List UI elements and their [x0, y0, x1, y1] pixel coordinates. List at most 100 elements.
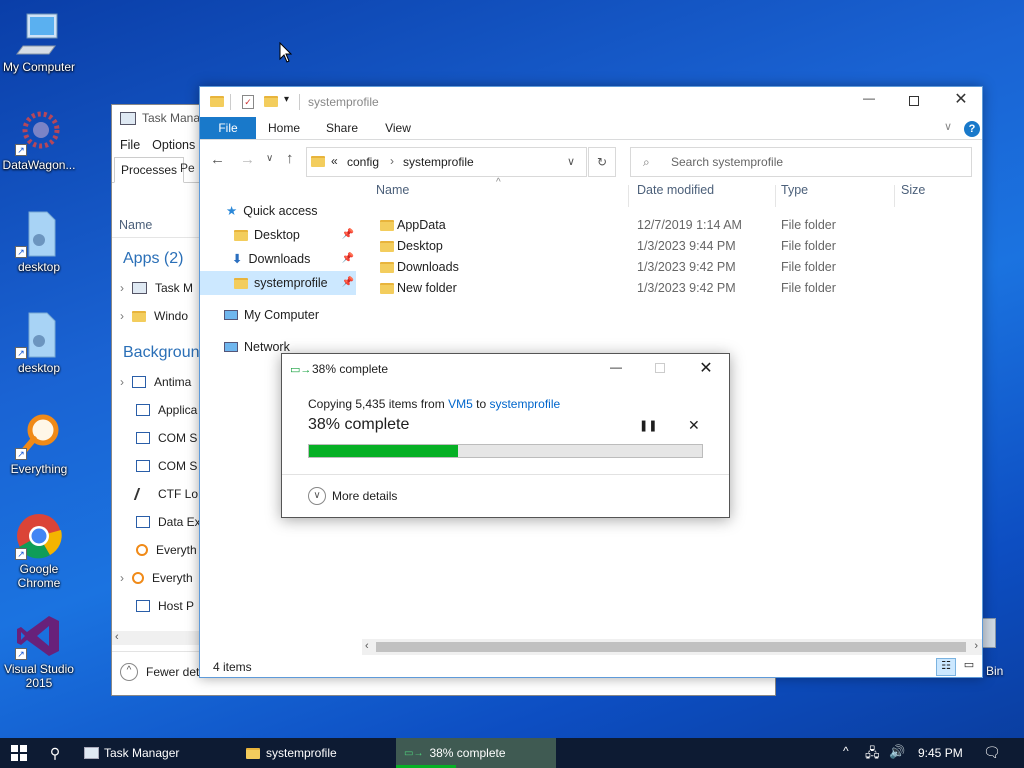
nav-desktop[interactable]: Desktop 📌 — [200, 223, 356, 247]
process-item[interactable]: COM S — [158, 431, 197, 445]
ribbon-tab-file[interactable]: File — [200, 117, 256, 139]
chevron-right-icon[interactable]: › — [120, 375, 124, 389]
name-column-header[interactable]: Name — [119, 218, 152, 232]
pin-icon[interactable]: 📌 — [342, 223, 354, 247]
horizontal-scrollbar[interactable]: ‹ — [112, 631, 202, 645]
quick-access-dropdown-icon[interactable]: ▾ — [284, 94, 289, 105]
column-header-name[interactable]: Name — [376, 183, 409, 197]
back-button[interactable]: ← — [210, 151, 225, 168]
maximize-button[interactable] — [900, 91, 930, 113]
chevron-left-icon[interactable]: ‹ — [365, 640, 369, 652]
breadcrumb-overflow[interactable]: « — [331, 154, 338, 168]
taskbar-item-task-manager[interactable]: Task Manager — [76, 738, 234, 768]
tab-performance[interactable]: Pe — [180, 161, 195, 175]
search-placeholder[interactable]: Search systemprofile — [671, 155, 783, 169]
chevron-right-icon[interactable]: › — [390, 154, 394, 168]
refresh-button[interactable]: ↻ — [588, 147, 616, 177]
menu-file[interactable]: File — [120, 138, 140, 152]
address-bar[interactable]: « config › systemprofile ∨ — [306, 147, 587, 177]
tab-processes[interactable]: Processes — [114, 157, 185, 183]
properties-icon[interactable]: ✓ — [242, 95, 254, 109]
app-item[interactable]: Task M — [155, 281, 193, 295]
recent-locations-icon[interactable]: ∨ — [266, 153, 273, 164]
chevron-left-icon[interactable]: ‹ — [115, 631, 119, 643]
process-item[interactable]: Everyth — [152, 571, 193, 585]
expand-ribbon-icon[interactable]: ∨ — [944, 120, 952, 133]
close-button[interactable]: ✕ — [946, 89, 976, 113]
forward-button[interactable]: → — [240, 151, 255, 168]
up-button[interactable]: ↑ — [286, 150, 294, 167]
copy-summary: Copying 5,435 items from — [308, 397, 445, 411]
ribbon-tab-view[interactable]: View — [376, 117, 420, 139]
nav-my-computer[interactable]: My Computer — [200, 303, 356, 327]
chevron-right-icon[interactable]: › — [120, 309, 124, 323]
nav-downloads[interactable]: ⬇ Downloads 📌 — [200, 247, 356, 271]
pause-button[interactable]: ❚❚ — [639, 419, 657, 432]
desktop-icon-desktop-2[interactable]: ↗ desktop — [0, 311, 78, 375]
process-item[interactable]: Applica — [158, 403, 197, 417]
process-item[interactable]: COM S — [158, 459, 197, 473]
process-item[interactable]: Data Ex — [158, 515, 201, 529]
search-box[interactable]: ⌕ Search systemprofile — [630, 147, 972, 177]
notification-icon[interactable]: 🗨 — [983, 744, 1001, 761]
chevron-right-icon[interactable]: › — [120, 281, 124, 295]
file-date: 1/3/2023 9:44 PM — [637, 239, 736, 253]
process-item[interactable]: Everyth — [156, 543, 197, 557]
show-hidden-icons-chevron[interactable]: ^ — [843, 744, 849, 758]
process-item[interactable]: Host P — [158, 599, 194, 613]
more-details-toggle[interactable]: ∨ More details — [308, 487, 397, 505]
column-header-date[interactable]: Date modified — [637, 183, 714, 197]
desktop-icon-label: DataWagon... — [2, 158, 76, 172]
chevron-right-icon[interactable]: › — [974, 640, 978, 652]
nav-systemprofile[interactable]: systemprofile 📌 — [200, 271, 356, 295]
pin-icon[interactable]: 📌 — [342, 247, 354, 271]
large-icons-view-button[interactable]: ▭ — [960, 658, 978, 676]
ribbon-tab-share[interactable]: Share — [320, 117, 364, 139]
minimize-button[interactable]: — — [604, 360, 628, 374]
pin-icon[interactable]: 📌 — [342, 271, 354, 295]
details-view-button[interactable]: ☷ — [936, 658, 956, 676]
source-link[interactable]: VM5 — [448, 397, 473, 411]
column-header-size[interactable]: Size — [901, 183, 925, 197]
desktop-icon-my-computer[interactable]: My Computer — [0, 10, 78, 74]
chevron-right-icon[interactable]: › — [120, 571, 124, 585]
taskbar-item-systemprofile[interactable]: systemprofile — [238, 738, 394, 768]
search-button[interactable]: ⚲ — [40, 738, 70, 768]
file-row[interactable]: New folder 1/3/2023 9:42 PM File folder — [370, 278, 975, 299]
taskbar-item-label: systemprofile — [266, 746, 337, 760]
menu-options[interactable]: Options — [152, 138, 195, 152]
nav-quick-access[interactable]: ★ Quick access — [200, 199, 356, 223]
desktop-icon-datawagon[interactable]: ↗ DataWagon... — [0, 108, 78, 172]
desktop-icon-chrome[interactable]: ↗ Google Chrome — [0, 512, 78, 590]
desktop-icon-desktop-1[interactable]: ↗ desktop — [0, 210, 78, 274]
volume-icon[interactable]: 🔊 — [889, 744, 905, 760]
file-row[interactable]: AppData 12/7/2019 1:14 AM File folder — [370, 215, 975, 236]
column-header-type[interactable]: Type — [781, 183, 808, 197]
ribbon-tab-home[interactable]: Home — [262, 117, 306, 139]
fewer-details-link[interactable]: Fewer det — [146, 665, 199, 679]
close-button[interactable]: ✕ — [694, 358, 718, 378]
process-item[interactable]: Antima — [154, 375, 191, 389]
file-row[interactable]: Downloads 1/3/2023 9:42 PM File folder — [370, 257, 975, 278]
chevron-up-icon[interactable]: ^ — [120, 663, 138, 681]
desktop-icon-everything[interactable]: ↗ Everything — [0, 412, 78, 476]
desktop-icon-visual-studio[interactable]: ↗ Visual Studio 2015 — [0, 612, 78, 690]
destination-link[interactable]: systemprofile — [489, 397, 560, 411]
help-icon[interactable]: ? — [964, 121, 980, 137]
horizontal-scrollbar[interactable]: ‹ › — [362, 639, 982, 655]
start-button[interactable] — [0, 738, 38, 768]
minimize-button[interactable]: — — [854, 91, 884, 113]
network-icon[interactable]: 🖧 — [865, 744, 880, 766]
breadcrumb-config[interactable]: config — [347, 155, 379, 169]
scrollbar-thumb[interactable] — [376, 642, 966, 652]
app-item[interactable]: Windo — [154, 309, 188, 323]
file-row[interactable]: Desktop 1/3/2023 9:44 PM File folder — [370, 236, 975, 257]
taskbar-item-copy-progress[interactable]: ▭→ 38% complete — [396, 738, 556, 768]
cancel-copy-button[interactable]: ✕ — [688, 417, 700, 434]
process-item[interactable]: CTF Lo — [158, 487, 198, 501]
new-folder-icon[interactable] — [264, 96, 278, 107]
breadcrumb-systemprofile[interactable]: systemprofile — [403, 155, 474, 169]
clock[interactable]: 9:45 PM — [918, 746, 963, 760]
address-dropdown-icon[interactable]: ∨ — [567, 155, 575, 168]
copy-progress-dialog[interactable]: ▭→ 38% complete — ✕ Copying 5,435 items … — [281, 353, 730, 518]
